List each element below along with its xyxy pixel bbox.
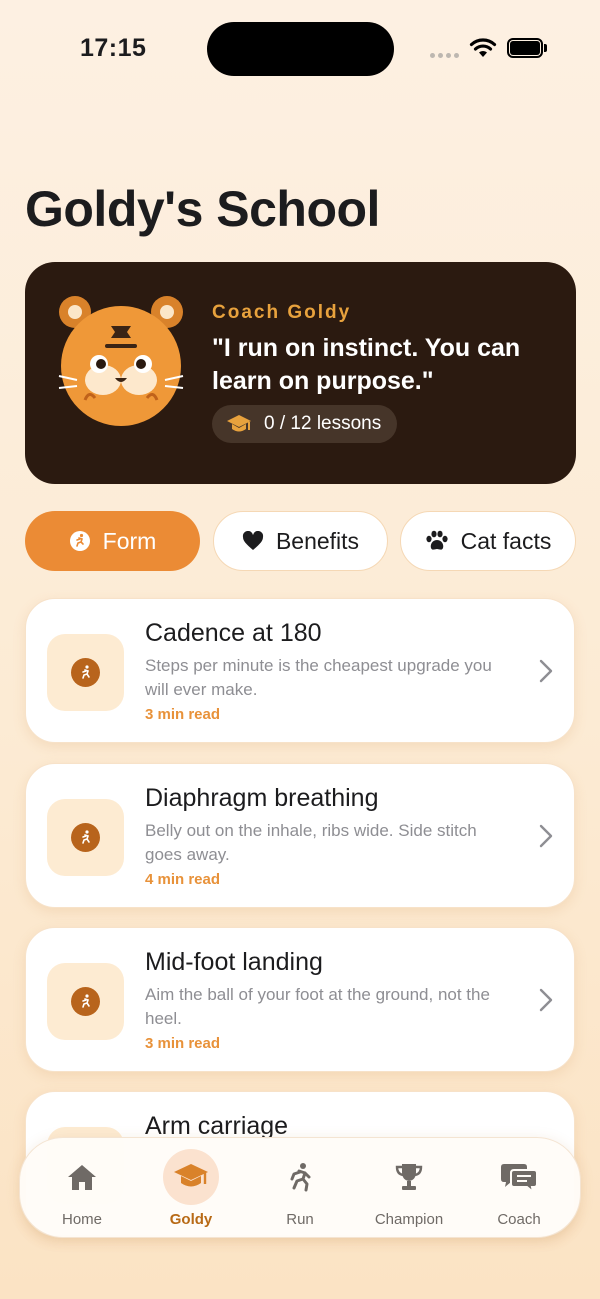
tab-champion[interactable]: Champion: [354, 1138, 464, 1239]
lesson-read-time: 4 min read: [145, 871, 221, 888]
tab-benefits-label: Benefits: [275, 527, 360, 554]
lesson-thumbnail: [47, 963, 124, 1040]
cellular-signal-icon: [430, 53, 459, 58]
graduation-cap-icon: [174, 1164, 208, 1187]
lesson-title: Cadence at 180: [145, 619, 322, 647]
page-title: Goldy's School: [25, 181, 380, 237]
chat-bubbles-icon: [501, 1164, 538, 1193]
trophy-icon: [395, 1164, 423, 1190]
lesson-progress-pill: 0 / 12 lessons: [212, 405, 398, 443]
running-icon: [69, 531, 90, 551]
tab-cat-facts-label: Cat facts: [460, 527, 552, 554]
runner-icon: [71, 823, 100, 852]
status-bar: 17:15: [0, 0, 600, 96]
lesson-card[interactable]: Mid-foot landing Aim the ball of your fo…: [25, 927, 575, 1072]
tab-cat-facts[interactable]: Cat facts: [400, 511, 576, 571]
wifi-icon: [469, 38, 497, 57]
tab-goldy-label: Goldy: [169, 1211, 213, 1228]
coach-quote: "I run on instinct. You can learn on pur…: [212, 334, 521, 395]
graduation-cap-icon: [227, 415, 251, 432]
lesson-description: Belly out on the inhale, ribs wide. Side…: [145, 821, 477, 864]
tab-run-label: Run: [286, 1211, 314, 1228]
coach-label: Coach Goldy: [212, 302, 352, 323]
lesson-description: Steps per minute is the cheapest upgrade…: [145, 656, 492, 699]
tab-benefits[interactable]: Benefits: [213, 511, 388, 571]
lesson-read-time: 3 min read: [145, 1035, 221, 1052]
house-icon: [68, 1165, 96, 1190]
chevron-right-icon: [539, 988, 553, 1012]
tab-run[interactable]: Run: [245, 1138, 355, 1239]
tab-form-label: Form: [102, 527, 157, 554]
lesson-card[interactable]: Cadence at 180 Steps per minute is the c…: [25, 598, 575, 743]
lesson-thumbnail: [47, 634, 124, 711]
lesson-title: Mid-foot landing: [145, 948, 323, 976]
runner-icon: [71, 658, 100, 687]
tab-home-label: Home: [61, 1211, 102, 1228]
lesson-progress-text: 0 / 12 lessons: [264, 413, 382, 434]
tab-form[interactable]: Form: [25, 511, 200, 571]
runner-icon: [71, 987, 100, 1016]
heart-icon: [242, 531, 263, 550]
tab-coach[interactable]: Coach: [464, 1138, 574, 1239]
category-tabs: Form Benefits Cat facts: [25, 511, 576, 571]
status-time: 17:15: [80, 34, 147, 62]
goldy-mascot-icon: [58, 296, 184, 426]
lesson-card[interactable]: Diaphragm breathing Belly out on the inh…: [25, 763, 575, 908]
runner-icon: [290, 1163, 311, 1192]
lesson-read-time: 3 min read: [145, 706, 221, 723]
lesson-thumbnail: [47, 799, 124, 876]
tab-goldy[interactable]: Goldy: [136, 1138, 246, 1239]
tab-coach-label: Coach: [497, 1211, 541, 1228]
paw-icon: [426, 530, 448, 550]
tab-champion-label: Champion: [374, 1211, 444, 1228]
dynamic-island: [207, 22, 394, 76]
battery-icon: [507, 38, 547, 58]
lesson-title: Diaphragm breathing: [145, 784, 379, 812]
coach-hero-card: Coach Goldy "I run on instinct. You can …: [25, 262, 576, 484]
bottom-tab-bar: Home Goldy Run Champion Coach: [19, 1137, 581, 1238]
lesson-description: Aim the ball of your foot at the ground,…: [145, 985, 490, 1028]
chevron-right-icon: [539, 824, 553, 848]
chevron-right-icon: [539, 659, 553, 683]
tab-home[interactable]: Home: [27, 1138, 137, 1239]
